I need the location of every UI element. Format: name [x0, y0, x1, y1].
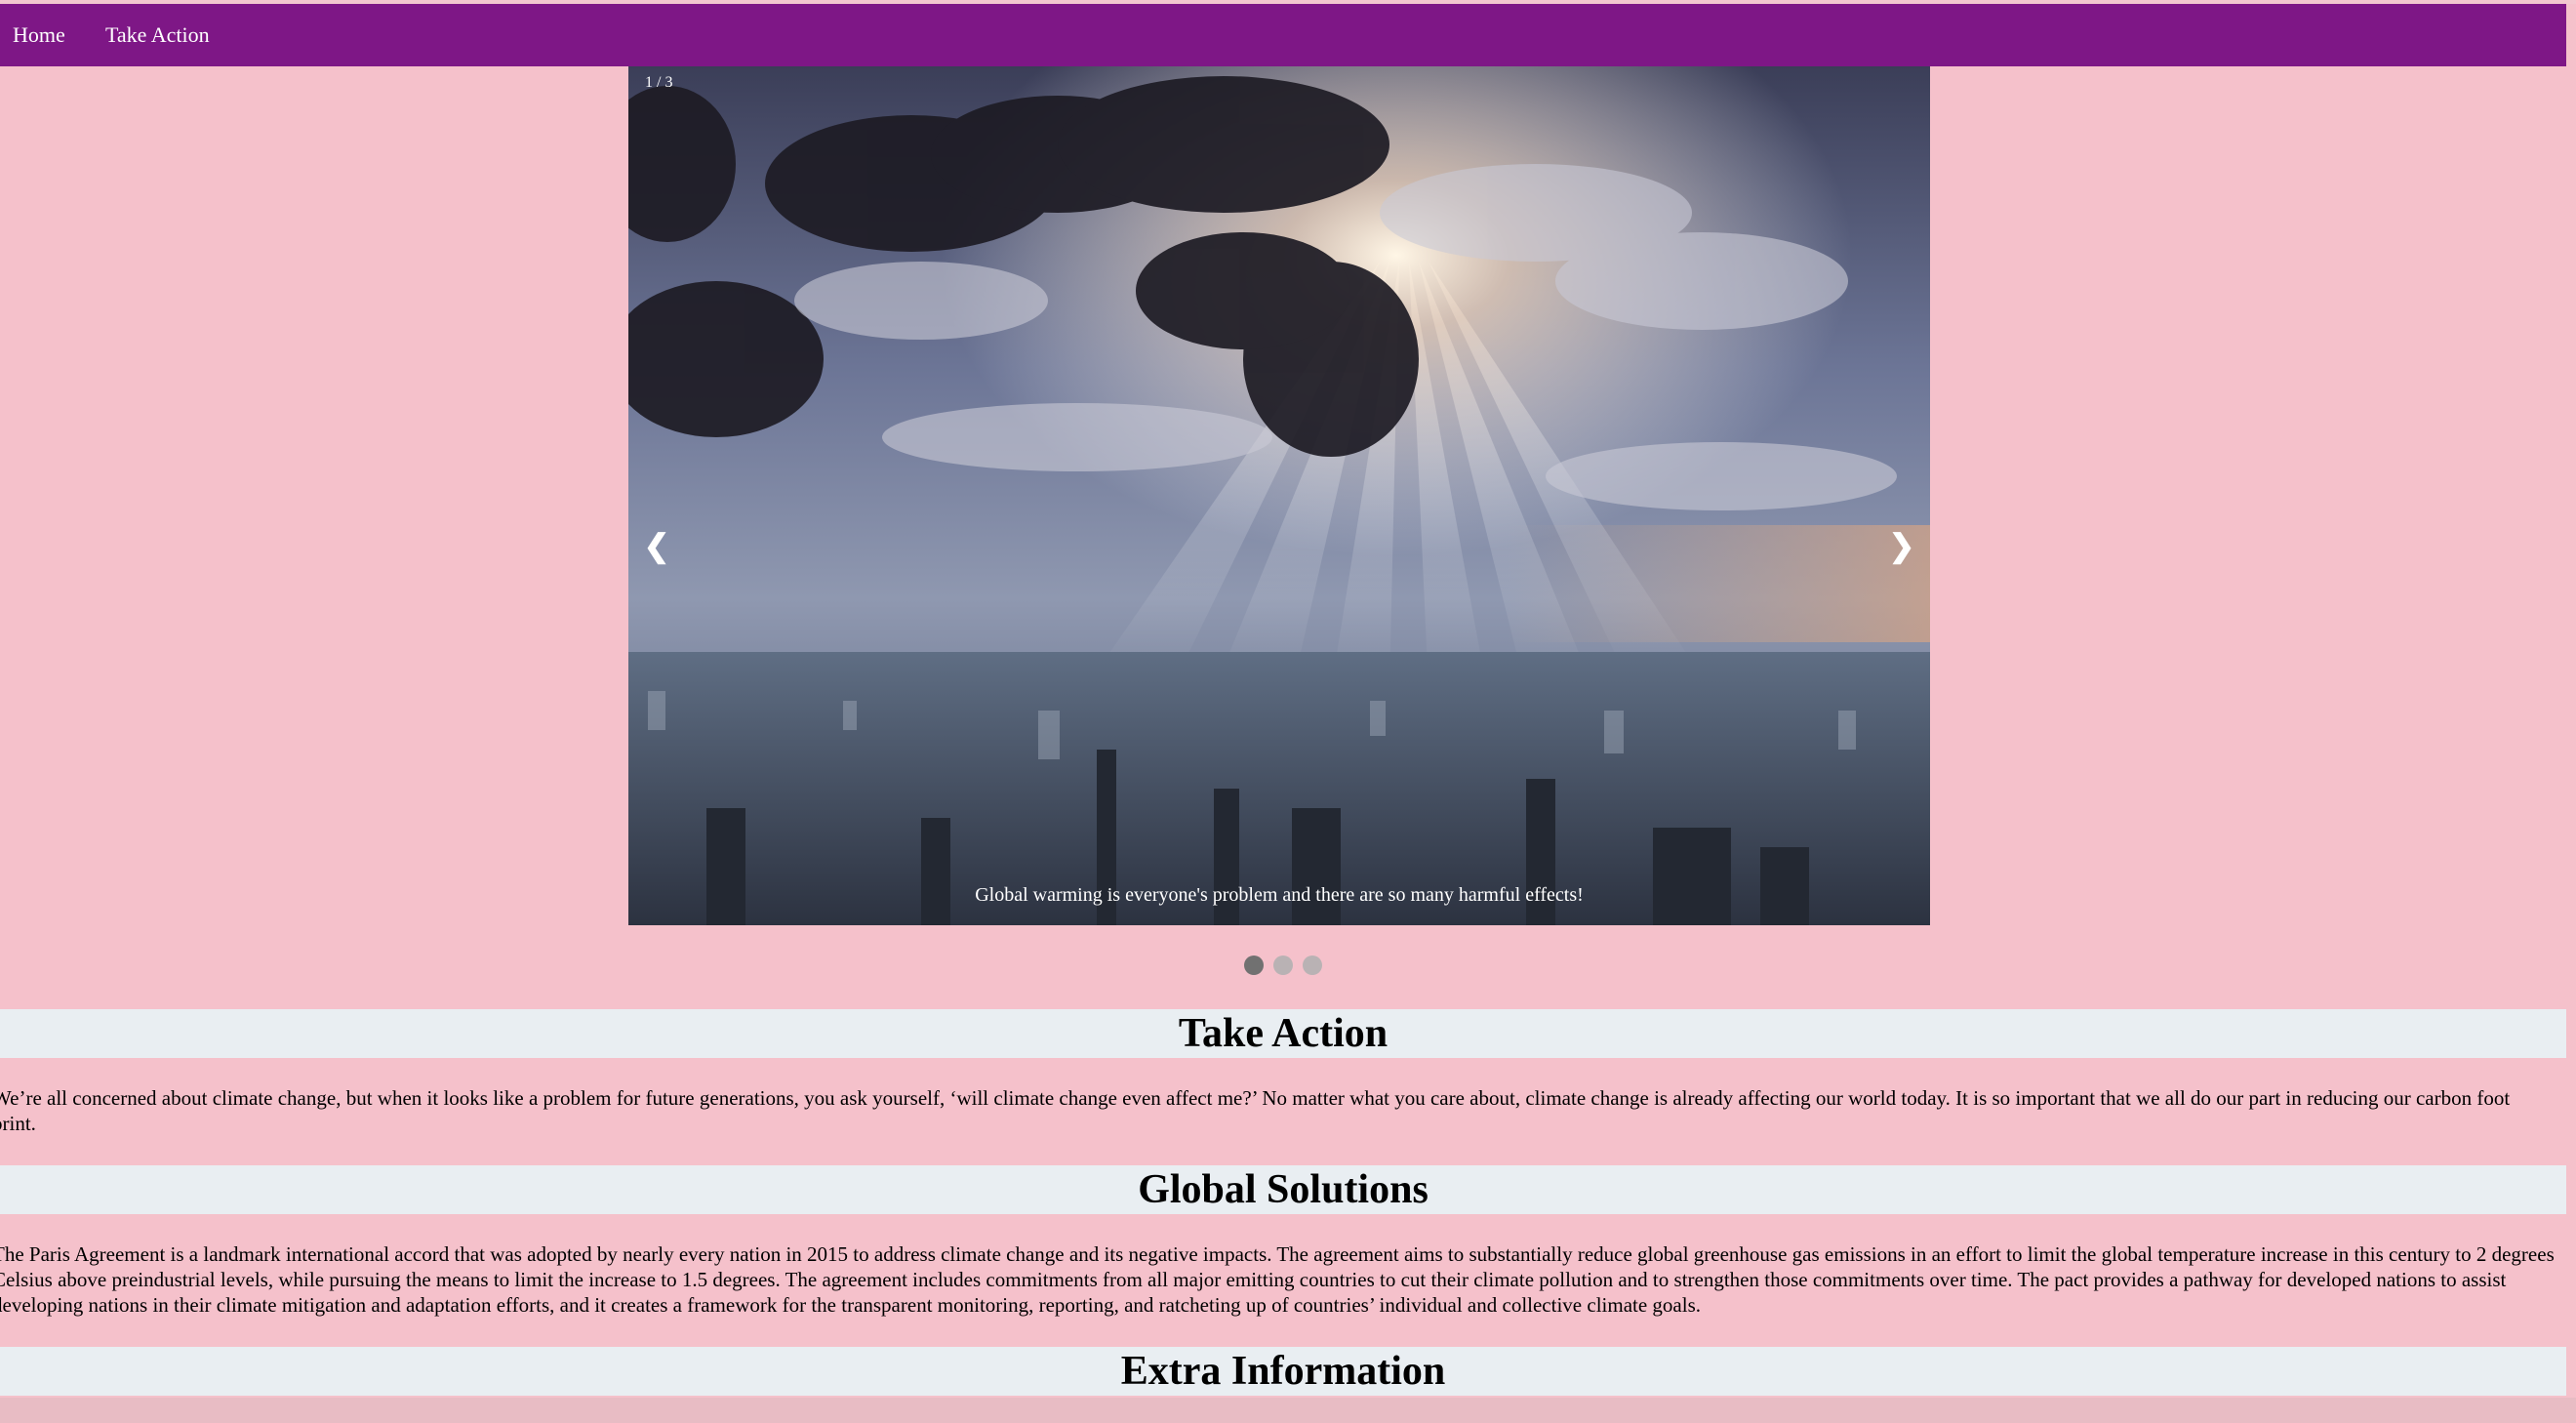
slideshow: 1 / 3 ❮ ❯ Global warming is everyone's p… [628, 66, 1930, 925]
nav-link-home[interactable]: Home [13, 4, 65, 66]
slide-image [628, 66, 1930, 925]
take-action-text: We’re all concerned about climate change… [0, 1086, 2511, 1135]
chevron-right-icon[interactable]: ❯ [1877, 521, 1926, 570]
slide-dot-1[interactable] [1244, 955, 1264, 975]
slide-dots [0, 955, 2566, 977]
slide-dot-2[interactable] [1273, 955, 1293, 975]
chevron-left-icon[interactable]: ❮ [632, 521, 681, 570]
bottom-strip [0, 1398, 2576, 1423]
heading-extra-information: Extra Information [0, 1347, 2566, 1396]
slide-caption: Global warming is everyone's problem and… [975, 884, 1584, 906]
slide-counter: 1 / 3 [645, 74, 673, 91]
top-navbar: Home Take Action [0, 4, 2566, 66]
slide-dot-3[interactable] [1303, 955, 1322, 975]
nav-link-take-action[interactable]: Take Action [105, 4, 210, 66]
heading-global-solutions: Global Solutions [0, 1165, 2566, 1214]
heading-take-action: Take Action [0, 1009, 2566, 1058]
global-solutions-text: The Paris Agreement is a landmark intern… [0, 1242, 2555, 1317]
